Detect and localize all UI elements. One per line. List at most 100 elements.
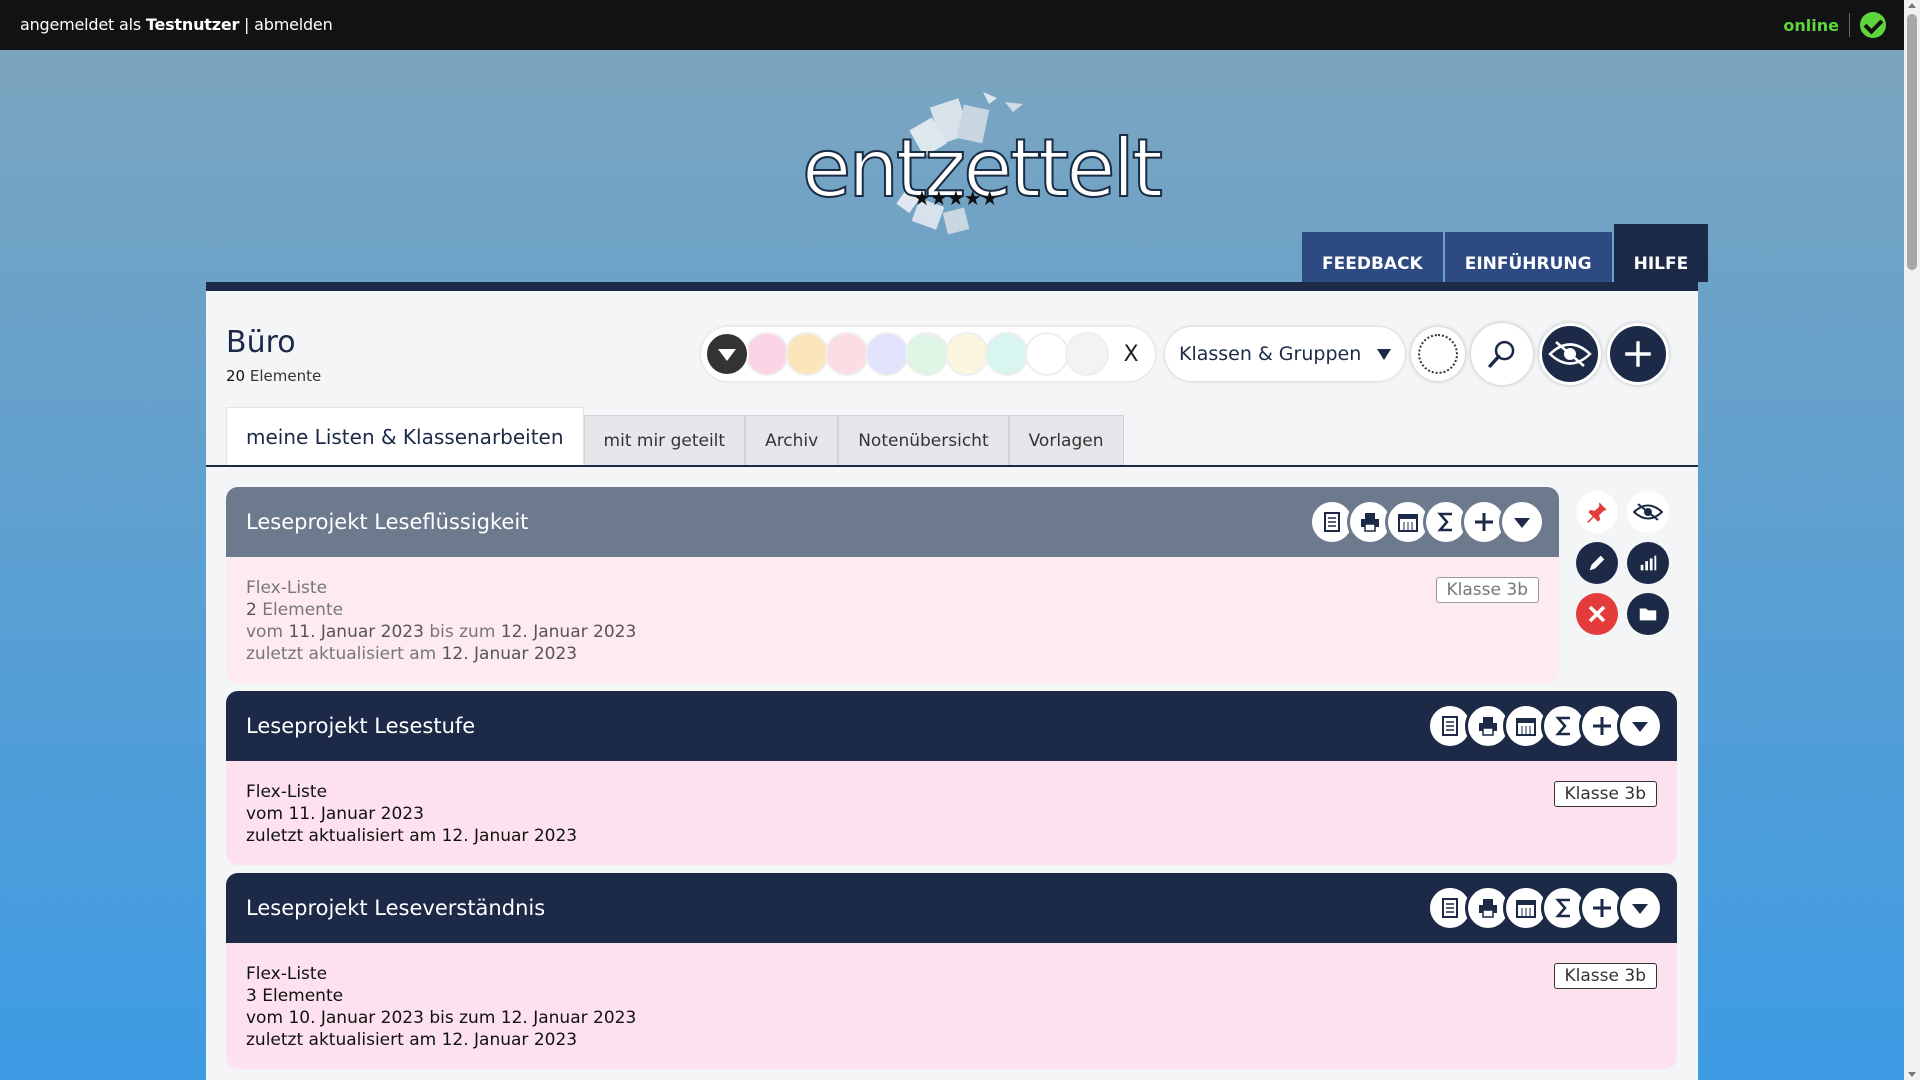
scroll-down-icon[interactable] xyxy=(1908,1072,1916,1077)
dotted-circle-icon xyxy=(1418,334,1458,374)
nav-feedback-button[interactable]: FEEDBACK xyxy=(1302,232,1443,282)
class-tag[interactable]: Klasse 3b xyxy=(1553,963,1657,989)
app-logo[interactable]: entzettelt ★★★★★ xyxy=(795,82,1164,242)
list-card[interactable]: Leseprojekt Lesestufe Flex-Liste vom 11.… xyxy=(226,691,1677,865)
list-updated: zuletzt aktualisiert am 12. Januar 2023 xyxy=(246,1029,1657,1051)
toggle-hidden-button[interactable] xyxy=(1539,323,1601,385)
plus-icon xyxy=(1475,513,1493,531)
login-prefix: angemeldet als xyxy=(20,15,146,34)
list-card-body[interactable]: Flex-Liste 3 Elemente vom 10. Januar 202… xyxy=(226,943,1677,1069)
list-card-title[interactable]: Leseprojekt Leseverständnis xyxy=(246,896,545,920)
updated-date: 12. Januar 2023 xyxy=(441,1030,578,1050)
color-swatch[interactable] xyxy=(745,332,789,376)
class-tag[interactable]: Klasse 3b xyxy=(1553,781,1657,807)
pin-button[interactable] xyxy=(1576,491,1618,533)
scrollbar-thumb[interactable] xyxy=(1907,14,1917,270)
plus-icon xyxy=(1625,341,1651,367)
list-date-range: vom 10. Januar 2023 bis zum 12. Januar 2… xyxy=(246,1007,1657,1029)
color-swatch[interactable] xyxy=(1065,332,1109,376)
updated-prefix: zuletzt aktualisiert am xyxy=(246,644,442,664)
class-tag[interactable]: Klasse 3b xyxy=(1435,577,1539,603)
date-from: 10. Januar 2023 xyxy=(288,1008,424,1028)
pencil-icon xyxy=(1589,555,1605,571)
date-to-prefix: bis zum xyxy=(423,622,501,642)
tab-vorlagen[interactable]: Vorlagen xyxy=(1008,415,1124,465)
delete-icon xyxy=(1588,605,1606,623)
chevron-down-icon[interactable] xyxy=(1617,703,1663,749)
tab-archiv[interactable]: Archiv xyxy=(745,415,839,465)
element-count-number: 20 xyxy=(226,367,246,385)
list-card-actions xyxy=(1427,885,1663,931)
date-from-prefix: vom xyxy=(246,622,289,642)
pin-icon xyxy=(1587,502,1607,523)
list-card[interactable]: Leseprojekt Leseflüssigkeit Flex-Liste 2… xyxy=(226,487,1559,683)
color-swatch[interactable] xyxy=(825,332,869,376)
login-status: angemeldet als Testnutzer | abmelden xyxy=(20,15,333,34)
list-card-actions xyxy=(1309,499,1545,545)
list-count-number: 2 xyxy=(246,600,257,620)
list-card-body[interactable]: Flex-Liste vom 11. Januar 2023 zuletzt a… xyxy=(226,761,1677,865)
edit-button[interactable] xyxy=(1576,542,1618,584)
list-count-label: Elemente xyxy=(256,986,344,1006)
nav-hilfe-button[interactable]: HILFE xyxy=(1613,224,1709,282)
date-from: 11. Januar 2023 xyxy=(288,622,424,642)
color-swatch[interactable] xyxy=(945,332,989,376)
sigma-icon xyxy=(1555,716,1570,736)
nav-einfuehrung-button[interactable]: EINFÜHRUNG xyxy=(1444,232,1612,282)
online-check-icon xyxy=(1860,12,1886,38)
logout-link[interactable]: abmelden xyxy=(254,15,333,34)
printer-icon xyxy=(1361,513,1379,532)
list-card[interactable]: Leseprojekt Leseverständnis Flex-Liste 3… xyxy=(226,873,1677,1069)
list-type: Flex-Liste xyxy=(246,578,328,598)
list-type: Flex-Liste xyxy=(246,964,328,984)
main-panel: Büro 20 Elemente X Klassen & Gruppen mei… xyxy=(206,282,1698,1080)
tab-meine-listen[interactable]: meine Listen & Klassenarbeiten xyxy=(226,407,584,465)
tab-mit-mir-geteilt[interactable]: mit mir geteilt xyxy=(583,415,746,465)
hide-button[interactable] xyxy=(1627,491,1669,533)
sigma-icon xyxy=(1555,898,1570,918)
list-card-title[interactable]: Leseprojekt Lesestufe xyxy=(246,714,475,738)
list-count-number: 3 xyxy=(246,986,257,1006)
list-card-header[interactable]: Leseprojekt Lesestufe xyxy=(226,691,1677,761)
clear-color-filter-button[interactable]: X xyxy=(1111,342,1151,367)
list-card-title[interactable]: Leseprojekt Leseflüssigkeit xyxy=(246,510,528,534)
color-filter-toggle[interactable] xyxy=(705,332,749,376)
group-filter-dropdown[interactable]: Klassen & Gruppen xyxy=(1165,327,1405,381)
chevron-down-icon xyxy=(1632,722,1648,732)
updated-prefix: zuletzt aktualisiert am xyxy=(246,826,442,846)
calendar-icon xyxy=(1398,514,1418,532)
list-card-header[interactable]: Leseprojekt Leseflüssigkeit xyxy=(226,487,1559,557)
add-list-button[interactable] xyxy=(1607,323,1669,385)
online-status-text: online xyxy=(1783,15,1839,35)
statistics-button[interactable] xyxy=(1627,542,1669,584)
list-date-range: vom 11. Januar 2023 bis zum 12. Januar 2… xyxy=(246,621,1539,643)
group-filter-value: Klassen & Gruppen xyxy=(1179,343,1362,365)
list-card-header[interactable]: Leseprojekt Leseverständnis xyxy=(226,873,1677,943)
top-navigation: FEEDBACK EINFÜHRUNG HILFE xyxy=(1302,224,1710,282)
scroll-up-icon[interactable] xyxy=(1908,3,1916,8)
updated-prefix: zuletzt aktualisiert am xyxy=(246,1030,442,1050)
chevron-down-icon[interactable] xyxy=(1617,885,1663,931)
chevron-down-icon[interactable] xyxy=(1499,499,1545,545)
page-scrollbar[interactable] xyxy=(1904,0,1920,1080)
top-bar: angemeldet als Testnutzer | abmelden onl… xyxy=(0,0,1904,50)
connection-status: online xyxy=(1783,12,1886,38)
printer-icon xyxy=(1479,899,1497,918)
calendar-icon xyxy=(1516,900,1536,918)
color-swatch[interactable] xyxy=(785,332,829,376)
delete-button[interactable] xyxy=(1576,593,1618,635)
list-card-body[interactable]: Flex-Liste 2 Elemente vom 11. Januar 202… xyxy=(226,557,1559,683)
eye-slash-icon xyxy=(1633,503,1663,521)
date-from-prefix: vom xyxy=(246,804,289,824)
document-icon xyxy=(1442,898,1458,918)
color-swatch[interactable] xyxy=(985,332,1029,376)
tab-notenuebersicht[interactable]: Notenübersicht xyxy=(838,415,1009,465)
color-swatch[interactable] xyxy=(1025,332,1069,376)
page-title: Büro xyxy=(226,325,296,360)
list-type: Flex-Liste xyxy=(246,782,328,802)
color-swatch[interactable] xyxy=(865,332,909,376)
select-all-button[interactable] xyxy=(1411,327,1465,381)
color-swatch[interactable] xyxy=(905,332,949,376)
search-button[interactable] xyxy=(1471,323,1533,385)
archive-button[interactable] xyxy=(1627,593,1669,635)
